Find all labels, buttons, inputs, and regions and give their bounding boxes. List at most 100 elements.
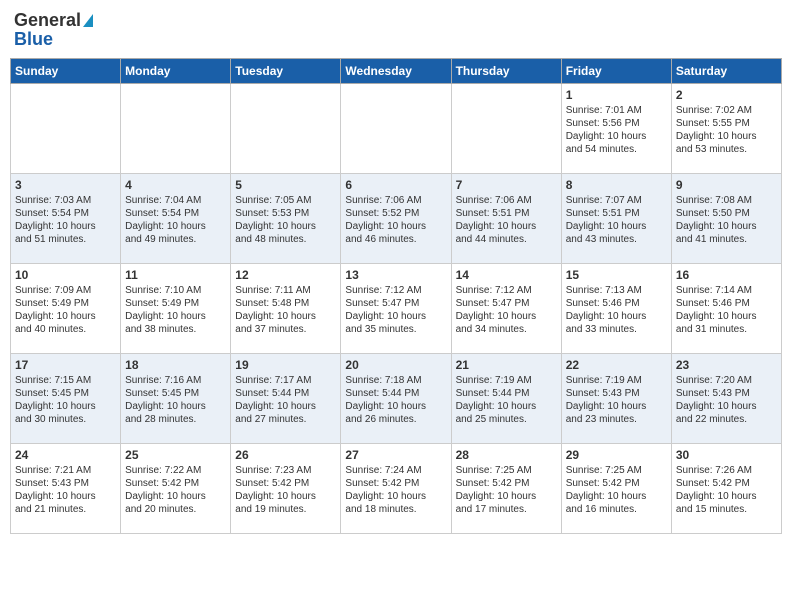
day-info-line: and 33 minutes. [566,323,667,336]
day-info-line: Daylight: 10 hours [456,310,557,323]
day-info-line: Sunset: 5:49 PM [15,297,116,310]
day-info-line: Sunrise: 7:02 AM [676,104,777,117]
day-info-line: and 23 minutes. [566,413,667,426]
day-info-line: Sunset: 5:42 PM [676,477,777,490]
calendar-cell: 5Sunrise: 7:05 AMSunset: 5:53 PMDaylight… [231,174,341,264]
day-info-line: Sunset: 5:49 PM [125,297,226,310]
day-info-line: and 54 minutes. [566,143,667,156]
day-info-line: Sunset: 5:51 PM [456,207,557,220]
calendar-cell: 17Sunrise: 7:15 AMSunset: 5:45 PMDayligh… [11,354,121,444]
page-header: General Blue [10,10,782,50]
day-info-line: Sunset: 5:53 PM [235,207,336,220]
calendar-cell: 29Sunrise: 7:25 AMSunset: 5:42 PMDayligh… [561,444,671,534]
day-number: 3 [15,178,116,192]
day-info-line: Sunset: 5:51 PM [566,207,667,220]
day-info-line: Daylight: 10 hours [15,220,116,233]
calendar-cell: 10Sunrise: 7:09 AMSunset: 5:49 PMDayligh… [11,264,121,354]
day-info-line: Daylight: 10 hours [456,490,557,503]
logo-triangle-icon [83,14,93,27]
day-info-line: Daylight: 10 hours [125,220,226,233]
calendar-cell: 8Sunrise: 7:07 AMSunset: 5:51 PMDaylight… [561,174,671,264]
day-number: 25 [125,448,226,462]
day-info-line: and 40 minutes. [15,323,116,336]
day-info-line: Daylight: 10 hours [676,130,777,143]
weekday-header-thursday: Thursday [451,59,561,84]
day-info-line: Sunset: 5:42 PM [345,477,446,490]
day-info-line: Sunset: 5:44 PM [456,387,557,400]
day-info-line: Sunset: 5:48 PM [235,297,336,310]
day-info-line: and 18 minutes. [345,503,446,516]
day-info-line: Sunrise: 7:09 AM [15,284,116,297]
weekday-header-sunday: Sunday [11,59,121,84]
day-info-line: Sunset: 5:42 PM [235,477,336,490]
day-info-line: Daylight: 10 hours [566,400,667,413]
day-info-line: Sunset: 5:46 PM [676,297,777,310]
day-info-line: and 30 minutes. [15,413,116,426]
calendar-week-row: 17Sunrise: 7:15 AMSunset: 5:45 PMDayligh… [11,354,782,444]
day-number: 8 [566,178,667,192]
day-number: 7 [456,178,557,192]
day-info-line: and 38 minutes. [125,323,226,336]
calendar-cell [451,84,561,174]
calendar-week-row: 3Sunrise: 7:03 AMSunset: 5:54 PMDaylight… [11,174,782,264]
calendar-cell: 20Sunrise: 7:18 AMSunset: 5:44 PMDayligh… [341,354,451,444]
day-info-line: Daylight: 10 hours [566,130,667,143]
day-info-line: Sunrise: 7:04 AM [125,194,226,207]
calendar-cell [11,84,121,174]
weekday-header-saturday: Saturday [671,59,781,84]
day-info-line: Daylight: 10 hours [235,310,336,323]
day-number: 2 [676,88,777,102]
day-info-line: Daylight: 10 hours [15,310,116,323]
calendar-cell: 9Sunrise: 7:08 AMSunset: 5:50 PMDaylight… [671,174,781,264]
day-info-line: and 53 minutes. [676,143,777,156]
calendar-cell: 12Sunrise: 7:11 AMSunset: 5:48 PMDayligh… [231,264,341,354]
weekday-header-friday: Friday [561,59,671,84]
day-info-line: Sunset: 5:55 PM [676,117,777,130]
day-info-line: Sunrise: 7:13 AM [566,284,667,297]
day-info-line: Sunrise: 7:25 AM [456,464,557,477]
calendar-cell: 3Sunrise: 7:03 AMSunset: 5:54 PMDaylight… [11,174,121,264]
day-info-line: Sunset: 5:47 PM [456,297,557,310]
day-info-line: and 26 minutes. [345,413,446,426]
day-info-line: Sunrise: 7:05 AM [235,194,336,207]
calendar-cell: 30Sunrise: 7:26 AMSunset: 5:42 PMDayligh… [671,444,781,534]
day-info-line: Sunset: 5:45 PM [125,387,226,400]
day-info-line: Sunset: 5:47 PM [345,297,446,310]
day-info-line: Sunrise: 7:12 AM [345,284,446,297]
day-number: 15 [566,268,667,282]
day-number: 17 [15,358,116,372]
day-info-line: Daylight: 10 hours [345,310,446,323]
day-info-line: Sunrise: 7:20 AM [676,374,777,387]
weekday-header-row: SundayMondayTuesdayWednesdayThursdayFrid… [11,59,782,84]
logo-general-text: General [14,10,81,31]
day-info-line: and 27 minutes. [235,413,336,426]
day-info-line: Sunrise: 7:19 AM [566,374,667,387]
calendar-cell: 27Sunrise: 7:24 AMSunset: 5:42 PMDayligh… [341,444,451,534]
calendar-cell: 19Sunrise: 7:17 AMSunset: 5:44 PMDayligh… [231,354,341,444]
day-info-line: Sunrise: 7:22 AM [125,464,226,477]
logo-blue-text: Blue [14,29,53,50]
day-info-line: Sunrise: 7:19 AM [456,374,557,387]
calendar-table: SundayMondayTuesdayWednesdayThursdayFrid… [10,58,782,534]
calendar-cell: 23Sunrise: 7:20 AMSunset: 5:43 PMDayligh… [671,354,781,444]
day-number: 4 [125,178,226,192]
day-info-line: Daylight: 10 hours [235,220,336,233]
calendar-cell: 18Sunrise: 7:16 AMSunset: 5:45 PMDayligh… [121,354,231,444]
weekday-header-monday: Monday [121,59,231,84]
calendar-cell: 13Sunrise: 7:12 AMSunset: 5:47 PMDayligh… [341,264,451,354]
day-number: 26 [235,448,336,462]
calendar-cell: 28 Sunrise: 7:25 AMSunset: 5:42 PMDayligh… [451,444,561,534]
day-number: 30 [676,448,777,462]
day-number: 16 [676,268,777,282]
day-info-line: and 48 minutes. [235,233,336,246]
day-info-line: Daylight: 10 hours [125,490,226,503]
day-info-line: and 51 minutes. [15,233,116,246]
day-number: 18 [125,358,226,372]
day-info-line: Sunset: 5:42 PM [456,477,557,490]
day-number: 12 [235,268,336,282]
day-info-line: Sunset: 5:44 PM [235,387,336,400]
day-info-line: Daylight: 10 hours [235,490,336,503]
calendar-cell: 21Sunrise: 7:19 AMSunset: 5:44 PMDayligh… [451,354,561,444]
calendar-cell: 25Sunrise: 7:22 AMSunset: 5:42 PMDayligh… [121,444,231,534]
day-number: 28 [456,448,557,462]
